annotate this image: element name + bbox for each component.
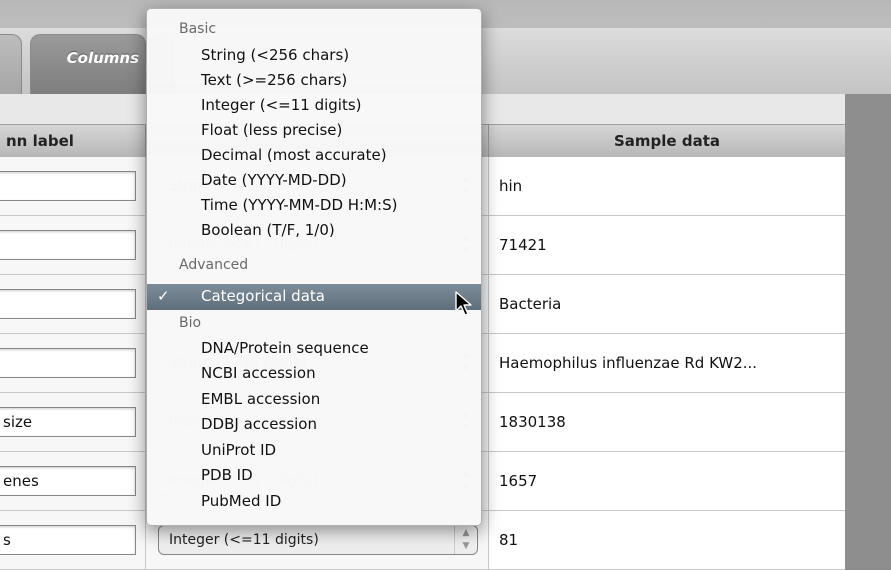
- column-type-select[interactable]: Integer (<=11 digits) ▲▼: [158, 525, 478, 555]
- column-label-input[interactable]: s: [0, 525, 136, 555]
- tab-columns[interactable]: Columns: [30, 34, 146, 94]
- sample-cell: Bacteria: [489, 275, 845, 333]
- sample-cell: 1830138: [489, 393, 845, 451]
- column-label-input[interactable]: [0, 348, 136, 378]
- tab-previous[interactable]: [0, 34, 22, 95]
- checkmark-icon: ✓: [157, 287, 170, 305]
- label-cell: enes: [0, 452, 146, 510]
- column-type-menu[interactable]: Basic String (<256 chars) Text (>=256 ch…: [146, 8, 482, 526]
- menu-group-advanced: Advanced: [179, 257, 249, 273]
- column-label-input[interactable]: [0, 171, 136, 201]
- sample-value: 1830138: [499, 413, 566, 431]
- menu-item-decimal[interactable]: Decimal (most accurate): [201, 146, 387, 164]
- menu-item-label: Categorical data: [201, 287, 325, 305]
- sample-cell: Haemophilus influenzae Rd KW2...: [489, 334, 845, 392]
- label-cell: [0, 275, 146, 333]
- menu-item-categorical[interactable]: ✓ Categorical data: [147, 284, 481, 310]
- menu-item-ddbj[interactable]: DDBJ accession: [201, 415, 317, 433]
- sample-value: 1657: [499, 472, 538, 490]
- menu-item-ncbi[interactable]: NCBI accession: [201, 364, 316, 382]
- column-label-input[interactable]: [0, 289, 136, 319]
- column-label-input[interactable]: size: [0, 407, 136, 437]
- menu-item-pdb[interactable]: PDB ID: [201, 466, 253, 484]
- menu-item-float[interactable]: Float (less precise): [201, 121, 342, 139]
- sample-cell: 81: [489, 511, 845, 569]
- menu-item-date[interactable]: Date (YYYY-MD-DD): [201, 171, 347, 189]
- sample-value: Haemophilus influenzae Rd KW2...: [499, 354, 758, 372]
- sample-cell: 1657: [489, 452, 845, 510]
- sample-cell: 71421: [489, 216, 845, 274]
- column-label-input[interactable]: enes: [0, 466, 136, 496]
- menu-item-text[interactable]: Text (>=256 chars): [201, 71, 347, 89]
- sample-value: Bacteria: [499, 295, 562, 313]
- select-arrows-icon: ▲▼: [454, 526, 477, 554]
- menu-group-basic: Basic: [179, 21, 217, 37]
- menu-group-bio: Bio: [179, 315, 202, 331]
- menu-item-sequence[interactable]: DNA/Protein sequence: [201, 339, 369, 357]
- column-type-value: Integer (<=11 digits): [169, 532, 319, 548]
- sample-data-header: Sample data: [614, 132, 720, 150]
- column-label-input[interactable]: [0, 230, 136, 260]
- menu-item-embl[interactable]: EMBL accession: [201, 390, 320, 408]
- menu-item-string[interactable]: String (<256 chars): [201, 46, 349, 64]
- label-cell: [0, 216, 146, 274]
- label-cell: [0, 334, 146, 392]
- label-cell: [0, 157, 146, 215]
- sample-cell: hin: [489, 157, 845, 215]
- sample-value: 81: [499, 531, 519, 549]
- label-cell: s: [0, 511, 146, 569]
- sample-value: hin: [499, 177, 523, 195]
- menu-item-time[interactable]: Time (YYYY-MM-DD H:M:S): [201, 196, 397, 214]
- label-cell: size: [0, 393, 146, 451]
- mouse-pointer-icon: [455, 291, 472, 316]
- column-label-header: nn label: [6, 132, 74, 150]
- menu-item-boolean[interactable]: Boolean (T/F, 1/0): [201, 221, 335, 239]
- menu-item-pubmed[interactable]: PubMed ID: [201, 492, 281, 510]
- right-gutter: [845, 94, 891, 567]
- menu-item-uniprot[interactable]: UniProt ID: [201, 441, 276, 459]
- sample-value: 71421: [499, 236, 547, 254]
- menu-item-integer[interactable]: Integer (<=11 digits): [201, 96, 362, 114]
